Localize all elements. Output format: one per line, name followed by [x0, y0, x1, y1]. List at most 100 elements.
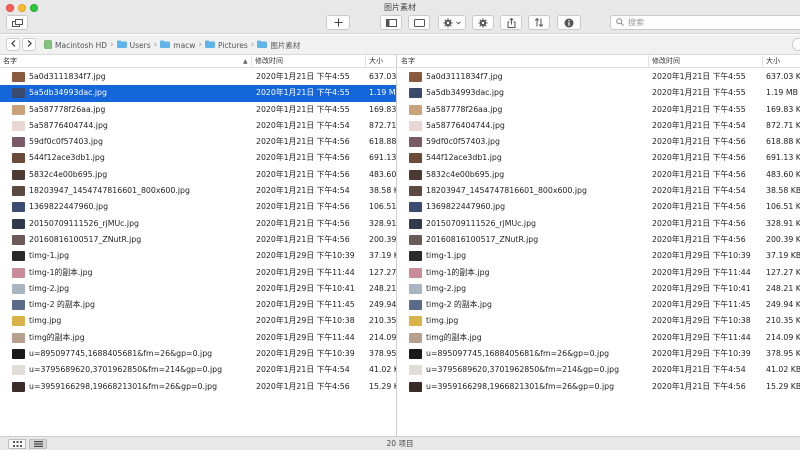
image-thumbnail-icon — [409, 283, 422, 294]
file-row[interactable]: 1369822447960.jpg 2020年1月21日 下午4:56 106.51 — [0, 199, 396, 215]
file-size: 38.58 K — [369, 186, 397, 196]
file-row[interactable]: 5832c4e00b695.jpg 2020年1月21日 下午4:56 483.60… — [398, 167, 800, 183]
image-thumbnail-icon — [12, 72, 25, 82]
file-row[interactable]: 59df0c0f57403.jpg 2020年1月21日 下午4:56 618.88 — [0, 134, 396, 150]
file-row[interactable]: u=3795689620,3701962850&fm=214&gp=0.jpg 2… — [398, 362, 800, 378]
breadcrumb-item-macw[interactable]: macw › — [160, 40, 205, 50]
file-name: u=3959166298,1966821301&fm=26&gp=0.jpg — [426, 381, 615, 391]
search-field[interactable] — [610, 15, 800, 30]
file-size: 200.39 K — [766, 234, 800, 244]
image-thumbnail-icon — [12, 234, 25, 245]
file-name: 20160816100517_ZNutR.jpg — [29, 234, 142, 244]
breadcrumb-item-current-folder[interactable]: 图片素材 — [257, 40, 300, 51]
file-row[interactable]: 18203947_1454747816601_800x600.jpg 2020年1… — [0, 183, 396, 199]
info-button[interactable] — [557, 15, 581, 30]
file-row[interactable]: 5a0d3111834f7.jpg 2020年1月21日 下午4:55 637.03… — [398, 69, 800, 85]
file-modified-date: 2020年1月29日 下午10:39 — [256, 251, 355, 261]
image-thumbnail-icon — [409, 218, 422, 229]
view-mode-button[interactable] — [408, 15, 430, 30]
image-thumbnail-icon — [12, 267, 25, 278]
breadcrumb-separator: › — [153, 40, 158, 50]
file-name: 544f12ace3db1.jpg — [426, 153, 502, 163]
breadcrumb-separator: › — [250, 40, 255, 50]
breadcrumb-item-pictures[interactable]: Pictures › — [205, 40, 257, 50]
share-button[interactable] — [500, 15, 522, 30]
file-name: timg-1.jpg — [29, 251, 70, 261]
file-row[interactable]: 5a58776404744.jpg 2020年1月21日 下午4:54 872.71… — [398, 118, 800, 134]
search-icon — [616, 17, 624, 28]
file-row[interactable]: timg-1的副本.jpg 2020年1月29日 下午11:44 127.27 — [0, 265, 396, 281]
file-row[interactable]: 59df0c0f57403.jpg 2020年1月21日 下午4:56 618.88… — [398, 134, 800, 150]
breadcrumb: Macintosh HD › Users › macw › Pictures › — [44, 39, 300, 51]
file-row[interactable]: timg-2 的副本.jpg 2020年1月29日 下午11:45 249.94 K — [398, 297, 800, 313]
file-row[interactable]: u=895097745,1688405681&fm=26&gp=0.jpg 202… — [398, 346, 800, 362]
file-row[interactable]: timg-1.jpg 2020年1月29日 下午10:39 37.19 KB — [398, 248, 800, 264]
file-row[interactable]: u=895097745,1688405681&fm=26&gp=0.jpg 202… — [0, 346, 396, 362]
file-row[interactable]: 18203947_1454747816601_800x600.jpg 2020年1… — [398, 183, 800, 199]
breadcrumb-separator: › — [110, 40, 114, 50]
search-input[interactable] — [628, 18, 788, 27]
new-tab-button[interactable] — [326, 15, 350, 30]
file-row[interactable]: timg的副本.jpg 2020年1月29日 下午11:44 214.09 — [0, 330, 396, 346]
file-row[interactable]: timg的副本.jpg 2020年1月29日 下午11:44 214.09 K — [398, 330, 800, 346]
file-row[interactable]: timg.jpg 2020年1月29日 下午10:38 210.35 K — [398, 313, 800, 329]
file-row[interactable]: 20160816100517_ZNutR.jpg 2020年1月21日 下午4:5… — [398, 232, 800, 248]
column-header-name[interactable]: 名字 — [398, 55, 649, 68]
sort-button[interactable] — [528, 15, 550, 30]
file-row[interactable]: 5a0d3111834f7.jpg 2020年1月21日 下午4:55 637.03 — [0, 69, 396, 85]
image-thumbnail-icon — [409, 153, 422, 164]
breadcrumb-item-macintosh-hd[interactable]: Macintosh HD › — [44, 39, 117, 51]
column-header-modified[interactable]: 修改时间 — [649, 55, 763, 68]
file-list: 5a0d3111834f7.jpg 2020年1月21日 下午4:55 637.03… — [0, 69, 396, 395]
file-row[interactable]: timg.jpg 2020年1月29日 下午10:38 210.35 — [0, 313, 396, 329]
breadcrumb-item-users[interactable]: Users › — [116, 40, 161, 50]
forward-button[interactable] — [22, 38, 36, 51]
file-row[interactable]: 1369822447960.jpg 2020年1月21日 下午4:56 106.51… — [398, 199, 800, 215]
file-modified-date: 2020年1月29日 下午11:44 — [652, 332, 751, 342]
file-row[interactable]: u=3959166298,1966821301&fm=26&gp=0.jpg 20… — [0, 379, 396, 395]
file-size: 691.13 — [369, 153, 397, 163]
file-row[interactable]: 5a58776404744.jpg 2020年1月21日 下午4:54 872.71 — [0, 118, 396, 134]
file-row[interactable]: 544f12ace3db1.jpg 2020年1月21日 下午4:56 691.13… — [398, 150, 800, 166]
file-row[interactable]: timg-2.jpg 2020年1月29日 下午10:41 248.21 — [0, 281, 396, 297]
sidebar-toggle-button[interactable] — [380, 15, 402, 30]
file-row[interactable]: 20160816100517_ZNutR.jpg 2020年1月21日 下午4:5… — [0, 232, 396, 248]
column-header-modified[interactable]: 修改时间 — [252, 55, 366, 68]
file-modified-date: 2020年1月21日 下午4:55 — [256, 88, 350, 98]
column-header-name[interactable]: 名字 — [0, 55, 252, 68]
image-thumbnail-icon — [12, 316, 25, 327]
file-row[interactable]: 20150709111526_rjMUc.jpg 2020年1月21日 下午4:5… — [398, 216, 800, 232]
file-size: 169.83 K — [766, 104, 800, 114]
action-menu-button[interactable] — [438, 15, 466, 30]
file-row[interactable]: 5a587778f26aa.jpg 2020年1月21日 下午4:55 169.83… — [398, 102, 800, 118]
right-pane-toggle[interactable] — [792, 38, 800, 51]
file-row[interactable]: timg-1的副本.jpg 2020年1月29日 下午11:44 127.27 K — [398, 265, 800, 281]
file-row[interactable]: 5832c4e00b695.jpg 2020年1月21日 下午4:56 483.60 — [0, 167, 396, 183]
tab-overview-button[interactable] — [6, 15, 28, 30]
file-modified-date: 2020年1月21日 下午4:54 — [256, 120, 350, 130]
action-gear-icon — [443, 17, 453, 28]
file-modified-date: 2020年1月29日 下午10:38 — [652, 316, 751, 326]
file-size: 210.35 — [369, 316, 397, 326]
file-row[interactable]: 5a5db34993dac.jpg 2020年1月21日 下午4:55 1.19 M… — [0, 85, 396, 102]
file-row[interactable]: u=3959166298,1966821301&fm=26&gp=0.jpg 20… — [398, 379, 800, 395]
file-row[interactable]: timg-1.jpg 2020年1月29日 下午10:39 37.19 K — [0, 248, 396, 264]
back-button[interactable] — [6, 38, 20, 51]
file-row[interactable]: 544f12ace3db1.jpg 2020年1月21日 下午4:56 691.13 — [0, 150, 396, 166]
file-size: 127.27 — [369, 267, 397, 277]
file-row[interactable]: 5a5db34993dac.jpg 2020年1月21日 下午4:55 1.19 M… — [398, 85, 800, 101]
file-row[interactable]: 20150709111526_rjMUc.jpg 2020年1月21日 下午4:5… — [0, 216, 396, 232]
settings-button[interactable] — [472, 15, 494, 30]
file-row[interactable]: 5a587778f26aa.jpg 2020年1月21日 下午4:55 169.83 — [0, 102, 396, 118]
file-modified-date: 2020年1月21日 下午4:56 — [652, 137, 746, 147]
file-row[interactable]: timg-2 的副本.jpg 2020年1月29日 下午11:45 249.94 — [0, 297, 396, 313]
tab-overview-icon — [11, 18, 23, 27]
file-name: timg的副本.jpg — [426, 332, 482, 342]
column-header-size[interactable]: 大小 — [763, 55, 800, 68]
file-name: u=895097745,1688405681&fm=26&gp=0.jpg — [29, 349, 213, 359]
column-header-size[interactable]: 大小 — [366, 55, 396, 68]
file-size: 378.95 K — [766, 349, 800, 359]
file-row[interactable]: timg-2.jpg 2020年1月29日 下午10:41 248.21 K — [398, 281, 800, 297]
file-row[interactable]: u=3795689620,3701962850&fm=214&gp=0.jpg 2… — [0, 362, 396, 378]
file-modified-date: 2020年1月21日 下午4:54 — [652, 120, 746, 130]
